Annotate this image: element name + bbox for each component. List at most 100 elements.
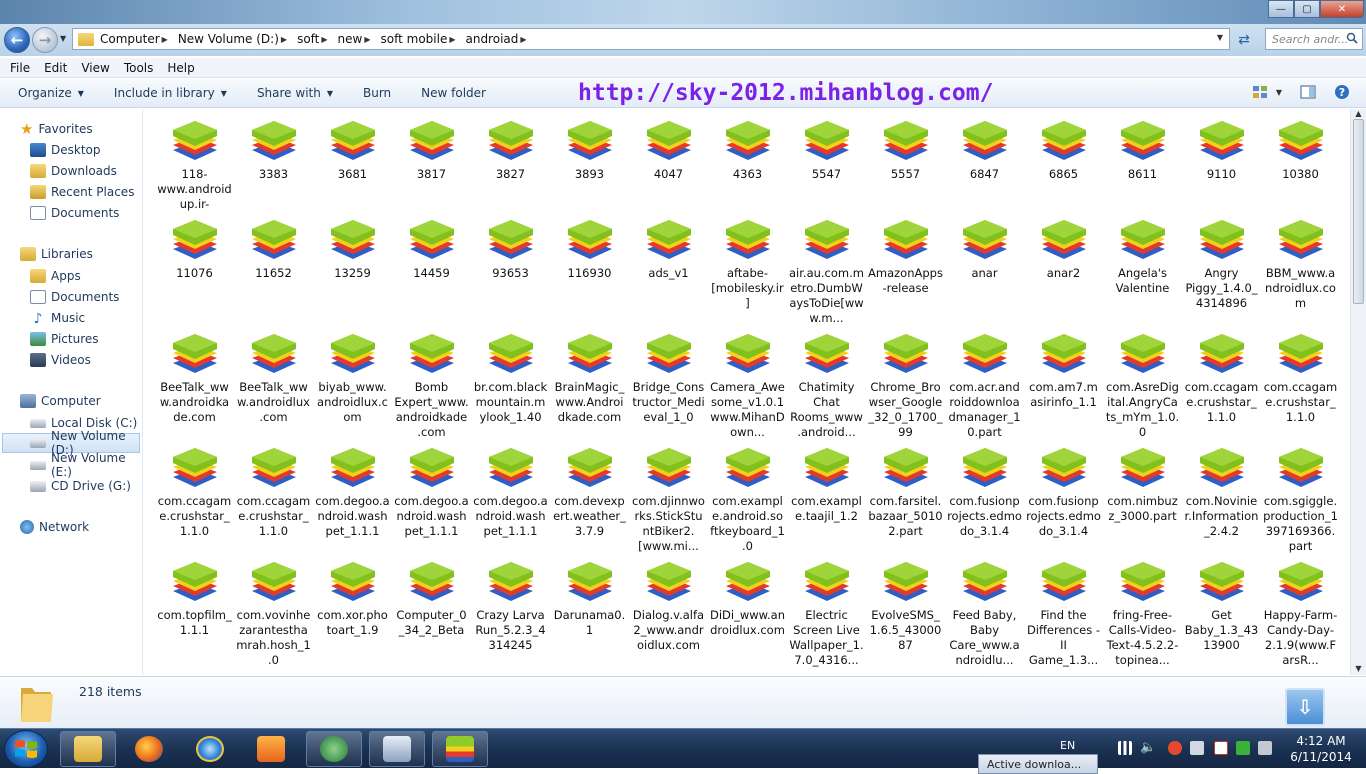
file-item[interactable]: 93653 xyxy=(471,216,550,281)
organize-button[interactable]: Organize ▼ xyxy=(18,86,84,100)
nav-item-apps[interactable]: Apps xyxy=(30,266,81,286)
download-notification[interactable]: Active downloa... xyxy=(978,754,1098,774)
file-item[interactable]: Darunama0.1 xyxy=(550,558,629,638)
menu-edit[interactable]: Edit xyxy=(44,61,67,75)
breadcrumb-item[interactable]: New Volume (D:) ▶ xyxy=(178,32,293,46)
file-item[interactable]: 3681 xyxy=(313,117,392,182)
preview-pane-icon[interactable] xyxy=(1300,84,1316,100)
nav-item-music[interactable]: ♪ Music xyxy=(30,308,86,328)
breadcrumb-item[interactable]: soft mobile ▶ xyxy=(381,32,462,46)
taskbar-bluestacks[interactable] xyxy=(432,731,488,767)
file-item[interactable]: Angela's Valentine xyxy=(1103,216,1182,296)
file-item[interactable]: com.ccagame.crushstar_1.1.0 xyxy=(155,444,234,539)
breadcrumb-item[interactable]: new ▶ xyxy=(338,32,377,46)
download-button[interactable]: ⇩ xyxy=(1285,688,1325,726)
file-item[interactable]: com.example.android.softkeyboard_1.0 xyxy=(708,444,787,554)
nav-libraries[interactable]: Libraries xyxy=(20,247,93,261)
breadcrumb-arrow-icon[interactable]: ▶ xyxy=(449,35,455,44)
refresh-button[interactable]: ⇄ xyxy=(1233,30,1255,50)
help-icon[interactable]: ? xyxy=(1334,84,1350,100)
tools-icon[interactable] xyxy=(1190,741,1204,755)
sync-icon[interactable] xyxy=(1236,741,1250,755)
file-item[interactable]: Chrome_Browser_Google_32_0_1700_99 xyxy=(866,330,945,440)
file-item[interactable]: com.AsreDigital.AngryCats_mYm_1.0.0 xyxy=(1103,330,1182,440)
forward-button[interactable]: → xyxy=(32,27,58,53)
file-item[interactable]: com.example.taajil_1.2 xyxy=(787,444,866,524)
taskbar-install-app[interactable] xyxy=(369,731,425,767)
file-item[interactable]: com.xor.photoart_1.9 xyxy=(313,558,392,638)
file-item[interactable]: com.vovinhezarantesthamrah.hosh_1.0 xyxy=(234,558,313,668)
file-item[interactable]: com.acr.androiddownloadmanager_10.part xyxy=(945,330,1024,440)
view-dropdown-icon[interactable]: ▼ xyxy=(1276,88,1282,97)
file-item[interactable]: anar2 xyxy=(1024,216,1103,281)
file-item[interactable]: Find the Differences - II Game_1.3... xyxy=(1024,558,1103,668)
file-item[interactable]: BeeTalk_www.androidkade.com xyxy=(155,330,234,425)
scroll-thumb[interactable] xyxy=(1353,119,1364,304)
file-item[interactable]: com.ccagame.crushstar_1.1.0 xyxy=(234,444,313,539)
nav-item-documents-lib[interactable]: Documents xyxy=(30,287,119,307)
alert-icon[interactable] xyxy=(1168,741,1182,755)
menu-view[interactable]: View xyxy=(81,61,109,75)
file-item[interactable]: Crazy Larva Run_5.2.3_4314245 xyxy=(471,558,550,653)
title-bar[interactable]: — ▢ ✕ xyxy=(0,0,1366,26)
file-item[interactable]: com.ccagame.crushstar_1.1.0 xyxy=(1261,330,1340,425)
file-item[interactable]: DiDi_www.androidlux.com xyxy=(708,558,787,638)
file-item[interactable]: Dialog.v.alfa2_www.androidlux.com xyxy=(629,558,708,653)
file-item[interactable]: com.am7.masirinfo_1.1 xyxy=(1024,330,1103,410)
scroll-up-icon[interactable]: ▲ xyxy=(1353,109,1364,118)
file-item[interactable]: fring-Free-Calls-Video-Text-4.5.2.2-topi… xyxy=(1103,558,1182,668)
file-item[interactable]: com.farsitel.bazaar_50102.part xyxy=(866,444,945,539)
share-with-button[interactable]: Share with ▼ xyxy=(257,86,333,100)
taskbar-internet-explorer[interactable] xyxy=(182,731,238,767)
file-item[interactable]: 6847 xyxy=(945,117,1024,182)
search-input[interactable]: Search andr... xyxy=(1265,28,1363,50)
file-item[interactable]: 118-www.androidup.ir- xyxy=(155,117,234,212)
file-item[interactable]: com.ccagame.crushstar_1.1.0 xyxy=(1182,330,1261,425)
breadcrumb-arrow-icon[interactable]: ▶ xyxy=(321,35,327,44)
breadcrumb-item[interactable]: soft ▶ xyxy=(297,32,333,46)
recent-pages-dropdown[interactable]: ▼ xyxy=(60,34,66,43)
file-item[interactable]: 4363 xyxy=(708,117,787,182)
file-item[interactable]: com.fusionprojects.edmodo_3.1.4 xyxy=(1024,444,1103,539)
file-item[interactable]: biyab_www.androidlux.com xyxy=(313,330,392,425)
file-item[interactable]: com.degoo.android.washpet_1.1.1 xyxy=(471,444,550,539)
file-item[interactable]: 5557 xyxy=(866,117,945,182)
nav-item-new-volume-d[interactable]: New Volume (D:) xyxy=(2,429,140,457)
file-item[interactable]: Bomb Expert_www.androidkade.com xyxy=(392,330,471,440)
file-item[interactable]: 8611 xyxy=(1103,117,1182,182)
file-item[interactable]: 3827 xyxy=(471,117,550,182)
file-item[interactable]: AmazonApps-release xyxy=(866,216,945,296)
flag-icon[interactable] xyxy=(1214,741,1228,755)
file-item[interactable]: EvolveSMS_1.6.5_4300087 xyxy=(866,558,945,653)
breadcrumb-arrow-icon[interactable]: ▶ xyxy=(281,35,287,44)
address-dropdown-icon[interactable]: ▼ xyxy=(1217,33,1223,42)
file-item[interactable]: com.nimbuzz_3000.part xyxy=(1103,444,1182,524)
change-view-icon[interactable] xyxy=(1252,84,1268,100)
file-item[interactable]: BBM_www.androidlux.com xyxy=(1261,216,1340,311)
clock[interactable]: 4:12 AM 6/11/2014 xyxy=(1278,733,1364,765)
file-item[interactable]: Feed Baby, Baby Care_www.androidlu... xyxy=(945,558,1024,668)
nav-item-new-volume-e[interactable]: New Volume (E:) xyxy=(30,451,142,479)
breadcrumb-arrow-icon[interactable]: ▶ xyxy=(364,35,370,44)
breadcrumb-item[interactable]: androiad ▶ xyxy=(465,32,532,46)
file-item[interactable]: 5547 xyxy=(787,117,866,182)
file-item[interactable]: 11076 xyxy=(155,216,234,281)
nav-item-downloads[interactable]: Downloads xyxy=(30,161,117,181)
file-item[interactable]: BeeTalk_www.androidlux.com xyxy=(234,330,313,425)
taskbar-globe-app[interactable] xyxy=(306,731,362,767)
nav-item-recent-places[interactable]: Recent Places xyxy=(30,182,134,202)
file-item[interactable]: 11652 xyxy=(234,216,313,281)
file-item[interactable]: 116930 xyxy=(550,216,629,281)
back-button[interactable]: ← xyxy=(4,27,30,53)
file-item[interactable]: com.topfilm_1.1.1 xyxy=(155,558,234,638)
breadcrumb-arrow-icon[interactable]: ▶ xyxy=(162,35,168,44)
nav-network[interactable]: Network xyxy=(20,520,89,534)
file-item[interactable]: 3383 xyxy=(234,117,313,182)
file-item[interactable]: com.fusionprojects.edmodo_3.1.4 xyxy=(945,444,1024,539)
file-item[interactable]: Electric Screen Live Wallpaper_1.7.0_431… xyxy=(787,558,866,668)
taskbar-media-player[interactable] xyxy=(243,731,299,767)
file-item[interactable]: Chatimity Chat Rooms_www.android... xyxy=(787,330,866,440)
file-item[interactable]: com.devexpert.weather_3.7.9 xyxy=(550,444,629,539)
menu-tools[interactable]: Tools xyxy=(124,61,154,75)
file-item[interactable]: 4047 xyxy=(629,117,708,182)
